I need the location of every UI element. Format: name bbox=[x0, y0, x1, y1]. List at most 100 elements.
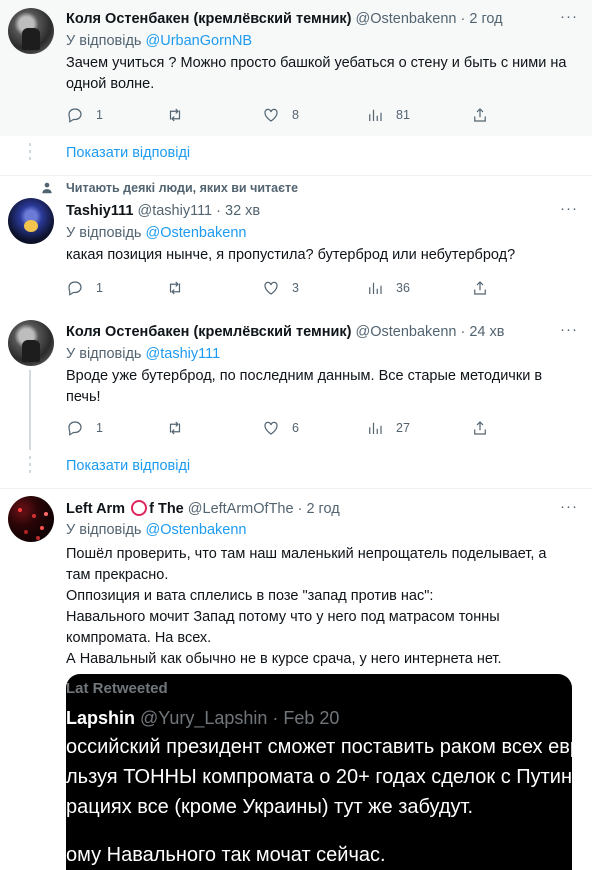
share-button[interactable] bbox=[471, 278, 489, 298]
reply-prefix: У відповідь bbox=[66, 225, 142, 241]
tweet-text-line: Навального мочит Запад потому что у него… bbox=[66, 609, 500, 625]
retweet-icon bbox=[169, 281, 181, 295]
avatar[interactable] bbox=[8, 320, 54, 366]
tweet-3[interactable]: Коля Остенбакен (кремлёвский темник) @Os… bbox=[0, 318, 592, 448]
share-icon bbox=[474, 421, 486, 435]
retweet-icon bbox=[169, 108, 181, 122]
avatar[interactable] bbox=[8, 496, 54, 542]
tweet-text-line: А Навальный как обычно не в курсе срача,… bbox=[66, 651, 502, 667]
avatar[interactable] bbox=[8, 198, 54, 244]
image-author-handle: @Yury_Lapshin · Feb 20 bbox=[140, 708, 340, 728]
views-button[interactable]: 81 bbox=[366, 105, 410, 125]
image-text-line: рациях все (кроме Украины) тут же забуду… bbox=[66, 796, 474, 818]
tweet-text-line: Пошёл проверить, что там наш маленький н… bbox=[66, 546, 547, 562]
avatar[interactable] bbox=[8, 8, 54, 54]
heart-icon bbox=[264, 281, 278, 295]
like-button[interactable]: 6 bbox=[262, 418, 299, 438]
tweet-actions: 1 6 27 bbox=[66, 418, 506, 438]
timestamp[interactable]: · 32 хв bbox=[216, 203, 260, 219]
heart-icon bbox=[264, 108, 278, 122]
tweet-header: Коля Остенбакен (кремлёвский темник) @Os… bbox=[66, 10, 503, 28]
more-options-icon[interactable]: ··· bbox=[560, 321, 578, 338]
tweet-actions: 1 3 36 bbox=[66, 278, 506, 298]
tweet-text-line: там прекрасно. bbox=[66, 567, 169, 583]
author-name-part2: f The bbox=[149, 501, 184, 517]
heart-icon bbox=[264, 421, 278, 435]
more-options-icon[interactable]: ··· bbox=[560, 498, 578, 515]
reply-to-line: У відповідь @UrbanGornNB bbox=[66, 32, 252, 50]
reply-icon bbox=[68, 421, 82, 436]
author-name[interactable]: Коля Остенбакен (кремлёвский темник) bbox=[66, 324, 351, 340]
image-text-line: ому Навального так мочат сейчас. bbox=[66, 844, 386, 866]
views-count: 27 bbox=[396, 421, 410, 435]
reply-to-handle[interactable]: @Ostenbakenn bbox=[146, 225, 247, 241]
author-name[interactable]: Коля Остенбакен (кремлёвский темник) bbox=[66, 11, 351, 27]
tweet-2[interactable]: Tashiy111 @tashiy111 · 32 хв ··· У відпо… bbox=[0, 198, 592, 310]
like-count: 3 bbox=[292, 281, 299, 295]
tweet-text: Вроде уже бутерброд, по последним данным… bbox=[66, 368, 543, 405]
share-button[interactable] bbox=[471, 105, 489, 125]
views-chart-icon bbox=[369, 109, 382, 121]
views-count: 36 bbox=[396, 281, 410, 295]
tweet-header: Tashiy111 @tashiy111 · 32 хв bbox=[66, 202, 260, 220]
divider bbox=[0, 488, 592, 489]
author-handle[interactable]: @Ostenbakenn bbox=[355, 324, 456, 340]
reply-icon bbox=[68, 108, 82, 123]
views-button[interactable]: 36 bbox=[366, 278, 410, 298]
views-chart-icon bbox=[369, 282, 382, 294]
attached-screenshot-image[interactable]: Lat Retweeted Lapshin @Yury_Lapshin · Fe… bbox=[66, 674, 572, 870]
divider bbox=[0, 175, 592, 176]
social-context: Читають деякі люди, яких ви читаєте bbox=[66, 181, 299, 195]
reply-to-handle[interactable]: @tashiy111 bbox=[146, 346, 221, 362]
author-name[interactable]: Left Arm f The bbox=[66, 500, 184, 517]
share-icon bbox=[474, 108, 486, 122]
timestamp[interactable]: · 2 год bbox=[461, 11, 503, 27]
reply-prefix: У відповідь bbox=[66, 346, 142, 362]
timestamp[interactable]: · 24 хв bbox=[461, 324, 505, 340]
tweet-text: Пошёл проверить, что там наш маленький н… bbox=[66, 544, 576, 670]
show-replies-link[interactable]: Показати відповіді bbox=[66, 458, 190, 474]
like-count: 8 bbox=[292, 108, 299, 122]
reply-to-handle[interactable]: @Ostenbakenn bbox=[146, 522, 247, 538]
reply-button[interactable]: 1 bbox=[66, 278, 103, 298]
reply-count: 1 bbox=[96, 281, 103, 295]
reply-to-line: У відповідь @Ostenbakenn bbox=[66, 521, 247, 539]
person-icon bbox=[42, 182, 52, 194]
reply-button[interactable]: 1 bbox=[66, 418, 103, 438]
like-count: 6 bbox=[292, 421, 299, 435]
like-button[interactable]: 8 bbox=[262, 105, 299, 125]
show-replies-link[interactable]: Показати відповіді bbox=[66, 145, 190, 161]
timestamp[interactable]: · 2 год bbox=[298, 501, 340, 517]
reply-to-handle[interactable]: @UrbanGornNB bbox=[146, 33, 253, 49]
reply-count: 1 bbox=[96, 108, 103, 122]
tweet-text-line: Оппозиция и вата сплелись в позе "запад … bbox=[66, 588, 434, 604]
image-text-line: оссийский президент сможет поставить рак… bbox=[66, 736, 572, 758]
views-count: 81 bbox=[396, 108, 410, 122]
author-name[interactable]: Tashiy111 bbox=[66, 203, 133, 219]
retweet-button[interactable] bbox=[166, 278, 196, 298]
reply-to-line: У відповідь @tashiy111 bbox=[66, 345, 220, 363]
views-button[interactable]: 27 bbox=[366, 418, 410, 438]
author-handle[interactable]: @LeftArmOfThe bbox=[188, 501, 294, 517]
thread-dots bbox=[29, 456, 31, 477]
share-button[interactable] bbox=[471, 418, 489, 438]
author-handle[interactable]: @Ostenbakenn bbox=[355, 11, 456, 27]
reply-prefix: У відповідь bbox=[66, 33, 142, 49]
more-options-icon[interactable]: ··· bbox=[560, 200, 578, 217]
image-text-line: льзуя ТОННЫ компромата о 20+ годах сдело… bbox=[66, 766, 572, 788]
retweet-button[interactable] bbox=[166, 105, 196, 125]
tweet-header: Left Arm f The @LeftArmOfThe · 2 год bbox=[66, 500, 340, 518]
tweet-1[interactable]: Коля Остенбакен (кремлёвский темник) @Os… bbox=[0, 0, 592, 136]
image-author-line: Lapshin @Yury_Lapshin · Feb 20 bbox=[66, 708, 339, 729]
author-name-part1: Left Arm bbox=[66, 501, 126, 517]
reply-count: 1 bbox=[96, 421, 103, 435]
reply-button[interactable]: 1 bbox=[66, 105, 103, 125]
author-handle[interactable]: @tashiy111 bbox=[137, 203, 212, 219]
retweet-button[interactable] bbox=[166, 418, 196, 438]
share-icon bbox=[474, 281, 486, 295]
like-button[interactable]: 3 bbox=[262, 278, 299, 298]
image-retweeted-label: Lat Retweeted bbox=[66, 680, 168, 697]
tweet-text: Зачем учиться ? Можно просто башкой уеба… bbox=[66, 55, 567, 92]
more-options-icon[interactable]: ··· bbox=[560, 8, 578, 25]
tweet-actions: 1 8 81 bbox=[66, 105, 506, 125]
